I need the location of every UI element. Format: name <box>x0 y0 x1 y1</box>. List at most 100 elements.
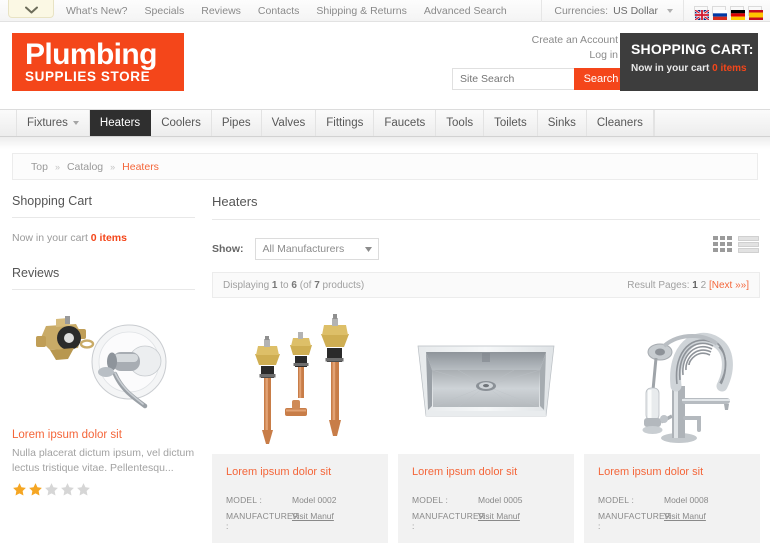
displaying-total: 7 <box>314 279 320 291</box>
displaying-to: 6 <box>291 279 297 291</box>
germany-flag-icon[interactable] <box>730 6 745 20</box>
manufacturer-select-value: All Manufacturers <box>262 243 345 255</box>
results-bar: Displaying 1 to 6 (of 7 products) Result… <box>212 272 760 298</box>
breadcrumb-catalog[interactable]: Catalog <box>67 161 103 173</box>
nav-item-label: Valves <box>271 117 306 129</box>
nav-item-toilets[interactable]: Toilets <box>484 110 538 136</box>
language-flags <box>683 0 770 22</box>
star-icon-empty <box>61 483 74 496</box>
product-manufacturer-key: MANUFACTURER : <box>598 511 672 531</box>
product-manufacturer: MANUFACTURER : Visit Manuf <box>226 511 374 531</box>
page-2-link[interactable]: 2 <box>701 280 707 291</box>
product-card[interactable]: Lorem ipsum dolor sit MODEL : Model 0002… <box>212 312 388 543</box>
nav-item-faucets[interactable]: Faucets <box>374 110 437 136</box>
product-manufacturer-key: MANUFACTURER : <box>226 511 300 531</box>
nav-item-label: Sinks <box>547 117 576 129</box>
currency-selector[interactable]: Currencies: US Dollar <box>541 0 683 22</box>
uk-flag-icon[interactable] <box>694 6 710 21</box>
nav-item-coolers[interactable]: Coolers <box>151 110 212 136</box>
nav-filler <box>653 110 770 136</box>
nav-item-label: Fittings <box>326 117 364 129</box>
review-rating <box>12 482 195 497</box>
cart-status-prefix: Now in your cart <box>631 63 710 74</box>
nav-shadow <box>0 137 770 149</box>
displaying-suffix: (of <box>299 279 312 291</box>
sidebar-cart-status: Now in your cart 0 items <box>12 218 195 244</box>
top-link-reviews[interactable]: Reviews <box>201 0 241 22</box>
top-link-contacts[interactable]: Contacts <box>258 0 299 22</box>
displaying-end: products) <box>322 279 365 291</box>
nav-item-fixtures[interactable]: Fixtures <box>16 110 90 136</box>
category-navigation: Fixtures Heaters Coolers Pipes Valves Fi… <box>0 109 770 137</box>
product-title[interactable]: Lorem ipsum dolor sit <box>226 466 374 478</box>
list-view-icon[interactable] <box>738 236 760 254</box>
page-1-link[interactable]: 1 <box>692 280 698 291</box>
panel-toggle-button[interactable] <box>8 0 54 18</box>
grid-view-icon[interactable] <box>713 236 735 254</box>
filter-row: Show: All Manufacturers <box>212 236 760 260</box>
displaying-prefix: Displaying <box>223 279 270 291</box>
product-info: Lorem ipsum dolor sit MODEL : Model 0002… <box>212 454 388 543</box>
top-link-shipping-returns[interactable]: Shipping & Returns <box>316 0 406 22</box>
review-product-image[interactable] <box>12 302 195 420</box>
nav-item-fittings[interactable]: Fittings <box>316 110 375 136</box>
product-image-stainless-steel-sink[interactable] <box>398 312 574 448</box>
cart-status-count: 0 items <box>712 63 747 74</box>
star-icon-filled <box>29 483 42 496</box>
divider <box>12 289 195 290</box>
top-link-whats-new[interactable]: What's New? <box>66 0 128 22</box>
top-links: What's New? Specials Reviews Contacts Sh… <box>66 0 507 22</box>
show-label: Show: <box>212 243 244 255</box>
nav-item-pipes[interactable]: Pipes <box>212 110 262 136</box>
product-image-pull-down-spring-faucet[interactable] <box>584 312 760 448</box>
nav-item-valves[interactable]: Valves <box>262 110 317 136</box>
site-logo[interactable]: Plumbing SUPPLIES STORE <box>12 33 184 91</box>
sidebar-cart-prefix: Now in your cart <box>12 232 88 244</box>
product-image-copper-valve-fittings[interactable] <box>212 312 388 448</box>
product-info: Lorem ipsum dolor sit MODEL : Model 0008… <box>584 454 760 543</box>
nav-item-label: Tools <box>446 117 474 129</box>
create-account-link[interactable]: Create an Account <box>398 33 618 48</box>
breadcrumb: Top » Catalog » Heaters <box>12 153 758 180</box>
russia-flag-icon[interactable] <box>712 6 727 20</box>
shopping-cart-box[interactable]: SHOPPING CART: Now in your cart 0 items <box>620 33 758 91</box>
product-grid: Lorem ipsum dolor sit MODEL : Model 0002… <box>212 312 760 543</box>
nav-item-cleaners[interactable]: Cleaners <box>587 110 654 136</box>
breadcrumb-wrap: Top » Catalog » Heaters <box>0 149 770 180</box>
product-model: MODEL : Model 0008 <box>598 495 746 505</box>
breadcrumb-separator: » <box>54 161 60 172</box>
shopping-cart-title: SHOPPING CART: <box>631 41 754 57</box>
review-title[interactable]: Lorem ipsum dolor sit <box>12 429 195 441</box>
next-arrow-icon: »» <box>735 279 747 291</box>
product-manufacturer-link[interactable]: Visit Manuf <box>664 511 706 531</box>
spain-flag-icon[interactable] <box>748 6 763 20</box>
nav-item-sinks[interactable]: Sinks <box>538 110 587 136</box>
next-label: Next <box>711 279 733 291</box>
product-title[interactable]: Lorem ipsum dolor sit <box>598 466 746 478</box>
logo-line-1: Plumbing <box>25 37 157 71</box>
log-in-link[interactable]: Log in <box>398 48 618 63</box>
breadcrumb-top[interactable]: Top <box>31 161 48 173</box>
currency-value: US Dollar <box>613 5 658 17</box>
top-link-specials[interactable]: Specials <box>145 0 185 22</box>
product-manufacturer-link[interactable]: Visit Manuf <box>478 511 520 531</box>
product-card[interactable]: Lorem ipsum dolor sit MODEL : Model 0005… <box>398 312 574 543</box>
product-manufacturer: MANUFACTURER : Visit Manuf <box>598 511 746 531</box>
product-manufacturer-link[interactable]: Visit Manuf <box>292 511 334 531</box>
next-page-link[interactable]: [Next »»] <box>709 280 749 291</box>
manufacturer-select[interactable]: All Manufacturers <box>254 238 379 260</box>
nav-item-label: Cleaners <box>596 117 643 129</box>
product-manufacturer-key: MANUFACTURER : <box>412 511 486 531</box>
page-body: Shopping Cart Now in your cart 0 items R… <box>0 180 770 543</box>
search-input[interactable] <box>452 68 574 90</box>
view-mode-toggles <box>713 236 760 254</box>
nav-item-heaters[interactable]: Heaters <box>89 110 152 136</box>
sidebar-cart-count: 0 items <box>90 232 127 244</box>
product-title[interactable]: Lorem ipsum dolor sit <box>412 466 560 478</box>
product-model: MODEL : Model 0002 <box>226 495 374 505</box>
site-search: Search <box>452 68 628 90</box>
product-model-key: MODEL : <box>226 495 263 505</box>
top-link-advanced-search[interactable]: Advanced Search <box>424 0 507 22</box>
product-card[interactable]: Lorem ipsum dolor sit MODEL : Model 0008… <box>584 312 760 543</box>
nav-item-tools[interactable]: Tools <box>436 110 485 136</box>
